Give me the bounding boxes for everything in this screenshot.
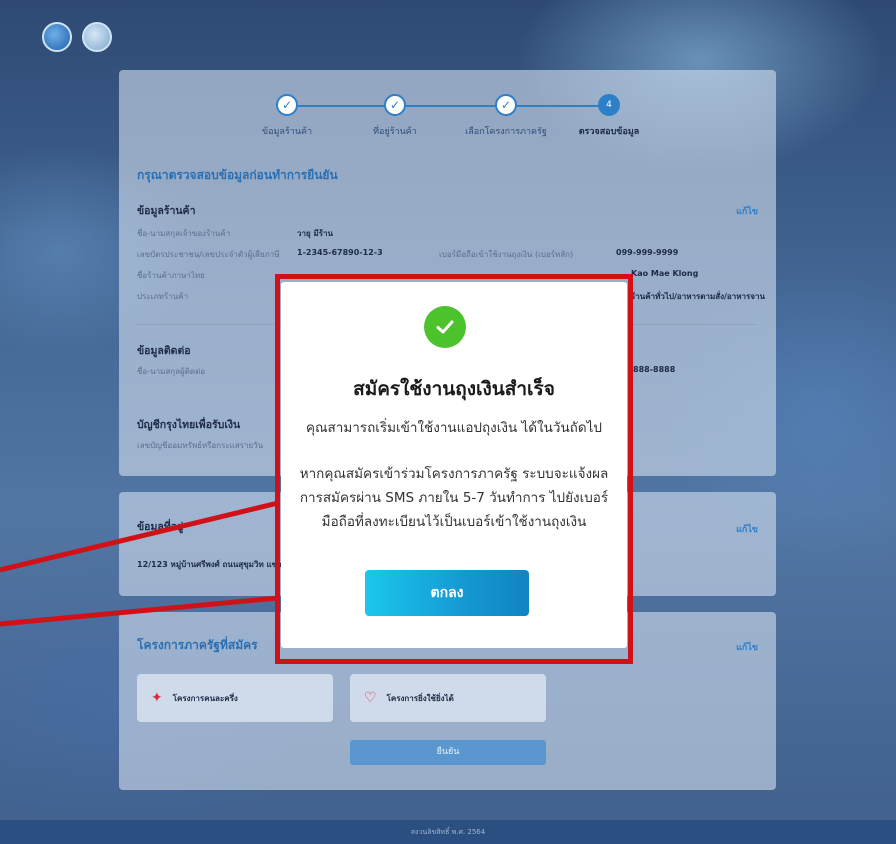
step-number: 4 <box>598 94 620 116</box>
check-icon: ✓ <box>384 94 406 116</box>
edit-shop-info-link[interactable]: แก้ไข <box>736 204 758 218</box>
step-2: ✓ ที่อยู่ร้านค้า <box>335 94 455 138</box>
shop-type-value: ร้านค้าทั่วไป/อาหารตามสั่ง/อาหารจาน <box>631 292 765 301</box>
header-logos <box>42 22 112 52</box>
check-circle-icon <box>424 306 466 348</box>
address-value: 12/123 หมู่บ้านศรีพงศ์ ถนนสุขุมวิท แขวงค <box>137 560 291 569</box>
program-half-half: ✦ โครงการคนละครึ่ง <box>137 674 333 722</box>
modal-title: สมัครใช้งานถุงเงินสำเร็จ <box>353 378 555 400</box>
confirm-button[interactable]: ยืนยัน <box>350 740 546 765</box>
krungthai-logo-icon <box>42 22 72 52</box>
progress-stepper: ✓ ข้อมูลร้านค้า ✓ ที่อยู่ร้านค้า ✓ เลือก… <box>119 94 776 154</box>
program-label: โครงการยิ่งใช้ยิ่งได้ <box>386 693 454 703</box>
check-icon <box>436 320 454 334</box>
step-label: ข้อมูลร้านค้า <box>261 127 313 137</box>
thungngern-logo-icon <box>82 22 112 52</box>
modal-message-line: หากคุณสมัครเข้าร่วมโครงการภาครัฐ ระบบจะแ… <box>299 466 609 482</box>
bank-title: บัญชีกรุงไทยเพื่อรับเงิน <box>137 419 241 431</box>
owner-name-value: วายุ มีร้าน <box>297 229 333 238</box>
step-1: ✓ ข้อมูลร้านค้า <box>227 94 347 138</box>
address-title: ข้อมูลที่อยู่ <box>137 521 184 533</box>
check-icon: ✓ <box>276 94 298 116</box>
owner-name-label: ชื่อ-นามสกุลเจ้าของร้านค้า <box>137 229 231 238</box>
id-number-label: เลขบัตรประชาชน/เลขประจำตัวผู้เสียภาษี <box>137 250 280 259</box>
bank-account-label: เลขบัญชีออมทรัพย์หรือกระแสรายวัน <box>137 441 264 450</box>
contact-name-label: ชื่อ-นามสกุลผู้ติดต่อ <box>137 367 206 376</box>
shop-name-value: Kao Mae Klong <box>631 269 699 278</box>
ok-button[interactable]: ตกลง <box>365 570 529 616</box>
edit-address-link[interactable]: แก้ไข <box>736 522 758 536</box>
success-modal: สมัครใช้งานถุงเงินสำเร็จ คุณสามารถเริ่มเ… <box>281 282 627 648</box>
programs-title: โครงการภาครัฐที่สมัคร <box>137 638 258 652</box>
shop-type-label: ประเภทร้านค้า <box>137 292 189 301</box>
main-phone-value: 099-999-9999 <box>616 248 679 257</box>
contact-phone-value: 888-8888 <box>633 365 676 374</box>
half-half-logo-icon: ✦ <box>151 690 163 706</box>
shop-info-title: ข้อมูลร้านค้า <box>137 205 196 217</box>
footer: สงวนลิขสิทธิ์ พ.ศ. 2564 <box>0 820 896 844</box>
step-label: ตรวจสอบข้อมูล <box>578 127 640 137</box>
step-3: ✓ เลือกโครงการภาครัฐ <box>446 94 566 138</box>
modal-message-line: มือถือที่ลงทะเบียนไว้เป็นเบอร์เข้าใช้งาน… <box>321 514 587 530</box>
heart-logo-icon: ♡ <box>364 690 377 706</box>
edit-programs-link[interactable]: แก้ไข <box>736 640 758 654</box>
modal-subtitle: คุณสามารถเริ่มเข้าใช้งานแอปถุงเงิน ได้ใน… <box>306 420 602 436</box>
contact-title: ข้อมูลติดต่อ <box>137 345 191 357</box>
program-label: โครงการคนละครึ่ง <box>172 693 238 703</box>
step-label: เลือกโครงการภาครัฐ <box>465 127 547 137</box>
check-icon: ✓ <box>495 94 517 116</box>
modal-message: หากคุณสมัครเข้าร่วมโครงการภาครัฐ ระบบจะแ… <box>285 462 623 534</box>
program-yingchai: ♡ โครงการยิ่งใช้ยิ่งได้ <box>350 674 546 722</box>
main-phone-label: เบอร์มือถือเข้าใช้งานถุงเงิน (เบอร์หลัก) <box>439 250 574 259</box>
review-heading: กรุณาตรวจสอบข้อมูลก่อนทำการยืนยัน <box>137 168 338 182</box>
step-label: ที่อยู่ร้านค้า <box>373 127 417 137</box>
step-4: 4 ตรวจสอบข้อมูล <box>549 94 669 138</box>
modal-message-line: การสมัครผ่าน SMS ภายใน 5-7 วันทำการ ไปยั… <box>299 490 609 506</box>
id-number-value: 1-2345-67890-12-3 <box>297 248 383 257</box>
shop-name-label: ชื่อร้านค้าภาษาไทย <box>137 271 205 280</box>
